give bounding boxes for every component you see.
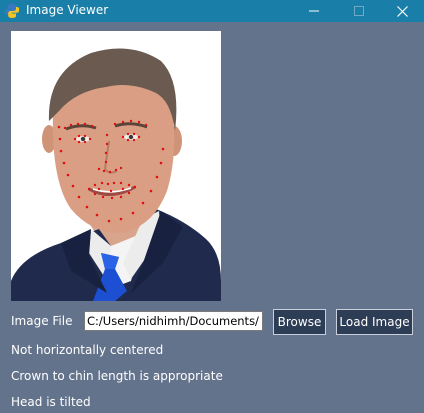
result-line-1: Not horizontally centered [11, 343, 164, 357]
python-icon [4, 4, 20, 18]
load-image-button[interactable]: Load Image [336, 309, 413, 335]
maximize-icon [354, 6, 364, 16]
maximize-button[interactable] [337, 0, 381, 22]
browse-button[interactable]: Browse [273, 309, 326, 335]
result-line-2: Crown to chin length is appropriate [11, 369, 223, 383]
window-title: Image Viewer [26, 3, 109, 17]
image-file-path-value: C:/Users/nidhimh/Documents/ [87, 314, 259, 328]
minimize-button[interactable] [292, 0, 336, 22]
portrait-illustration [11, 31, 221, 301]
minimize-icon [309, 10, 319, 12]
close-icon [396, 5, 408, 17]
image-file-label: Image File [11, 314, 73, 328]
result-line-3: Head is tilted [11, 395, 91, 409]
title-bar: Image Viewer [0, 0, 424, 22]
close-button[interactable] [380, 0, 424, 22]
image-file-path-input[interactable]: C:/Users/nidhimh/Documents/ [84, 311, 263, 331]
portrait-image [11, 31, 221, 301]
